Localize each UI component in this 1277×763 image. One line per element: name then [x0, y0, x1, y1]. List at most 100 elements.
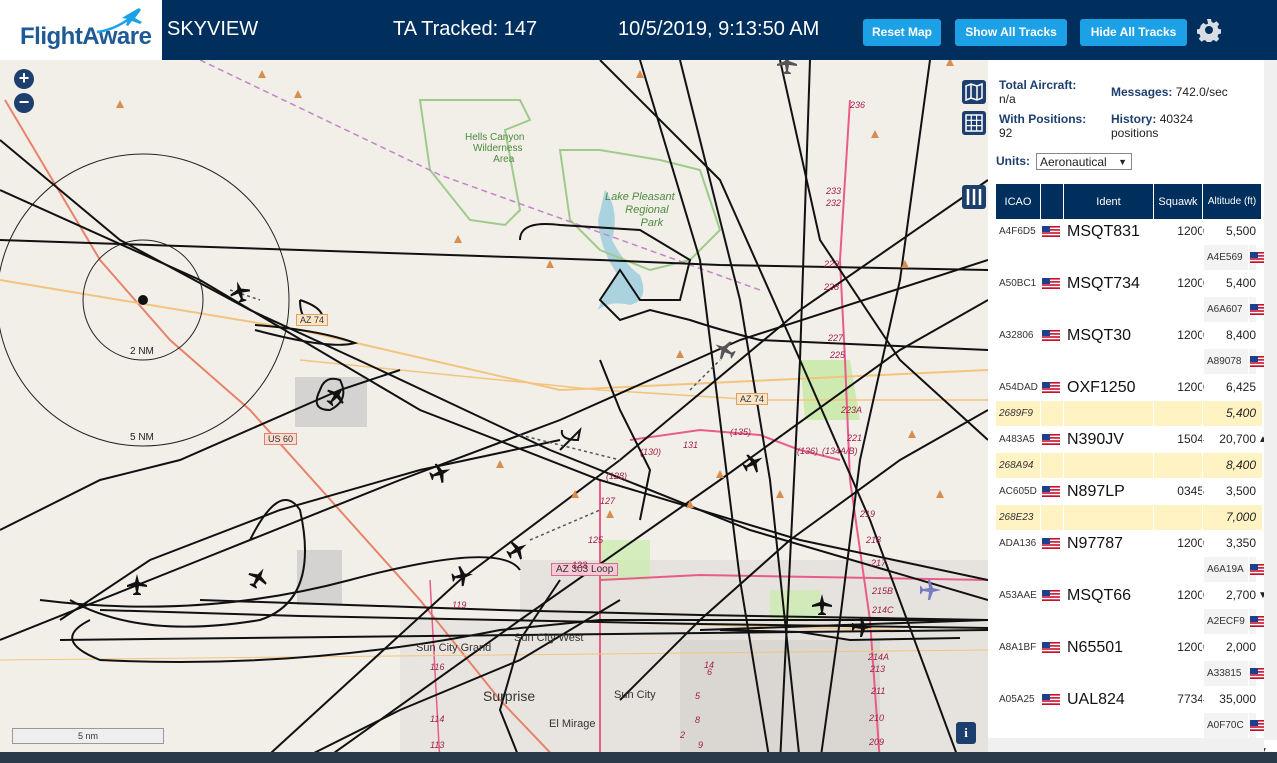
table-row[interactable]: A8A1BF N65501 1200 2,000 [996, 635, 1262, 661]
panel-vertical-scrollbar[interactable] [1264, 60, 1277, 740]
table-row[interactable]: A50BC1 MSQT734 1200 5,400 [996, 271, 1262, 297]
map-layers-button[interactable] [962, 80, 986, 104]
icao-cell: A0F70C [1207, 720, 1244, 731]
road-number: 8 [695, 715, 701, 725]
road-number: 14 [704, 660, 715, 670]
altitude-cell: 3,500 [1225, 484, 1256, 498]
columns-toggle-button[interactable] [962, 185, 986, 209]
col-icao[interactable]: ICAO [996, 184, 1041, 219]
datetime: 10/5/2019, 9:13:50 AM [618, 18, 820, 40]
table-row[interactable]: 268A94 8,400 [996, 453, 1262, 479]
map-icon [965, 82, 983, 102]
zoom-in-button[interactable]: + [14, 69, 34, 89]
hells-canyon-label: Hells Canyon Wilderness Area [465, 132, 525, 165]
road-number: 219 [860, 509, 876, 519]
units-selected-value: Aeronautical [1040, 155, 1107, 169]
info-button[interactable]: i [956, 722, 976, 744]
road-number: 214A [868, 652, 890, 662]
road-number: 215B [872, 586, 894, 596]
plane-logo-icon [96, 8, 142, 34]
table-row[interactable]: 2689F9 5,400 [996, 401, 1262, 427]
table-row[interactable]: A4E569MSQT59912003,300▲ [1204, 245, 1277, 271]
aircraft-table: ICAO Ident Squawk Altitude (ft) A4F6D5 MS… [996, 184, 1277, 763]
flightaware-logo[interactable]: FlightAware [0, 0, 162, 60]
with-positions-stat: With Positions: 92 [999, 112, 1087, 140]
table-row[interactable]: A89078N651AG41429,500▲ [1204, 349, 1277, 375]
ident-cell: MSQT831 [1067, 223, 1140, 240]
road-number: 225 [830, 350, 846, 360]
road-number: 232 [826, 198, 842, 208]
sun-city-west-label: Sun City West [514, 632, 584, 644]
table-row[interactable]: A33815N306082,375 [1204, 661, 1277, 687]
road-number: (134A/B) [822, 446, 858, 456]
icao-cell: A4F6D5 [999, 226, 1036, 237]
table-row[interactable]: A6A607N5275S12004,225▼ [1204, 297, 1277, 323]
table-row[interactable]: A54DAD OXF1250 1200 6,425 [996, 375, 1262, 401]
col-ident[interactable]: Ident [1064, 184, 1154, 219]
lake-pleasant-label: Lake Pleasant Regional Park [605, 191, 675, 229]
table-row[interactable]: A0F70CSKW541176537,875▼ [1204, 713, 1277, 739]
grid-toggle-button[interactable] [962, 111, 986, 135]
icao-cell: ADA136 [999, 538, 1037, 549]
ident-cell: UAL824 [1067, 691, 1125, 708]
ident-cell: MSQT734 [1067, 275, 1140, 292]
table-row[interactable]: ADA136 N97787 1200 3,350 [996, 531, 1262, 557]
table-row[interactable]: A05A25 UAL824 7734 35,000 [996, 687, 1262, 713]
icao-cell: A483A5 [999, 434, 1035, 445]
icao-cell: A8A1BF [999, 642, 1037, 653]
table-row[interactable]: AC605D N897LP 0345 3,500 [996, 479, 1262, 505]
table-header: ICAO Ident Squawk Altitude (ft) [996, 184, 1262, 219]
table-row[interactable]: 268E23 7,000 [996, 505, 1262, 531]
zoom-out-button[interactable]: − [14, 93, 34, 113]
icao-cell: A32806 [999, 330, 1034, 341]
road-number: 221 [847, 433, 863, 443]
units-label: Units: [996, 154, 1030, 168]
panel-horizontal-scrollbar[interactable] [988, 738, 1264, 752]
col-altitude[interactable]: Altitude (ft) [1203, 184, 1262, 219]
show-all-tracks-button[interactable]: Show All Tracks [955, 19, 1067, 46]
header-bar: FlightAware SKYVIEW TA Tracked: 147 10/5… [0, 0, 1277, 60]
icao-cell: A50BC1 [999, 278, 1037, 289]
gear-icon[interactable] [1197, 18, 1221, 42]
squawk-cell: 7734 [1177, 692, 1204, 706]
road-number: 210 [869, 713, 885, 723]
units-select[interactable]: Aeronautical ▼ [1036, 153, 1132, 170]
map-view[interactable]: + − 2 NM 5 NM Hells Canyon Wilderness Ar… [0, 60, 988, 763]
squawk-cell: 1200 [1177, 640, 1204, 654]
reset-map-button[interactable]: Reset Map [863, 19, 941, 46]
us-flag-icon [1042, 382, 1060, 393]
road-number: 228 [824, 282, 840, 292]
col-flag[interactable] [1041, 184, 1064, 219]
hide-all-tracks-button[interactable]: Hide All Tracks [1080, 19, 1187, 46]
altitude-cell: 6,425 [1225, 380, 1256, 394]
road-number: 5 [695, 691, 701, 701]
altitude-cell: 5,500 [1225, 224, 1256, 238]
table-row[interactable]: A483A5 N390JV 1504 20,700 ▲ [996, 427, 1268, 453]
az74-east-shield: AZ 74 [736, 393, 769, 405]
table-row[interactable]: A32806 MSQT30 1200 8,400 [996, 323, 1262, 349]
table-row[interactable]: A4F6D5 MSQT831 1200 5,500 [996, 219, 1262, 245]
table-body: A4F6D5 MSQT831 1200 5,500 A4E569MSQT59912003… [996, 219, 1277, 763]
history-stat: History: 40324 positions [1111, 112, 1194, 140]
icao-cell: A2ECF9 [1207, 616, 1245, 627]
ident-cell: N97787 [1067, 535, 1124, 552]
table-row[interactable]: A6A19AN5260K03673,500 [1204, 557, 1277, 583]
road-number: 114 [430, 714, 445, 724]
tracked-count: TA Tracked: 147 [393, 18, 538, 40]
ident-cell: MSQT30 [1067, 327, 1132, 344]
el-mirage-label: El Mirage [549, 718, 596, 730]
squawk-cell: 1200 [1177, 328, 1204, 342]
altitude-cell: 5,400 [1225, 276, 1256, 290]
table-row[interactable]: A2ECF9MSQT8022,200 [1204, 609, 1277, 635]
us-flag-icon [1042, 434, 1060, 445]
road-number: 214C [872, 605, 894, 615]
altitude-cell: 8,400 [1225, 328, 1256, 342]
us-flag-icon [1042, 694, 1060, 705]
squawk-cell [1168, 453, 1204, 478]
icao-cell: A54DAD [999, 382, 1038, 393]
table-row[interactable]: A53AAE MSQT66 1200 2,700 ▼ [996, 583, 1268, 609]
road-number: (130) [640, 447, 662, 457]
road-number: 218 [866, 535, 882, 545]
col-squawk[interactable]: Squawk [1154, 184, 1203, 219]
az74-west-shield: AZ 74 [296, 314, 329, 326]
